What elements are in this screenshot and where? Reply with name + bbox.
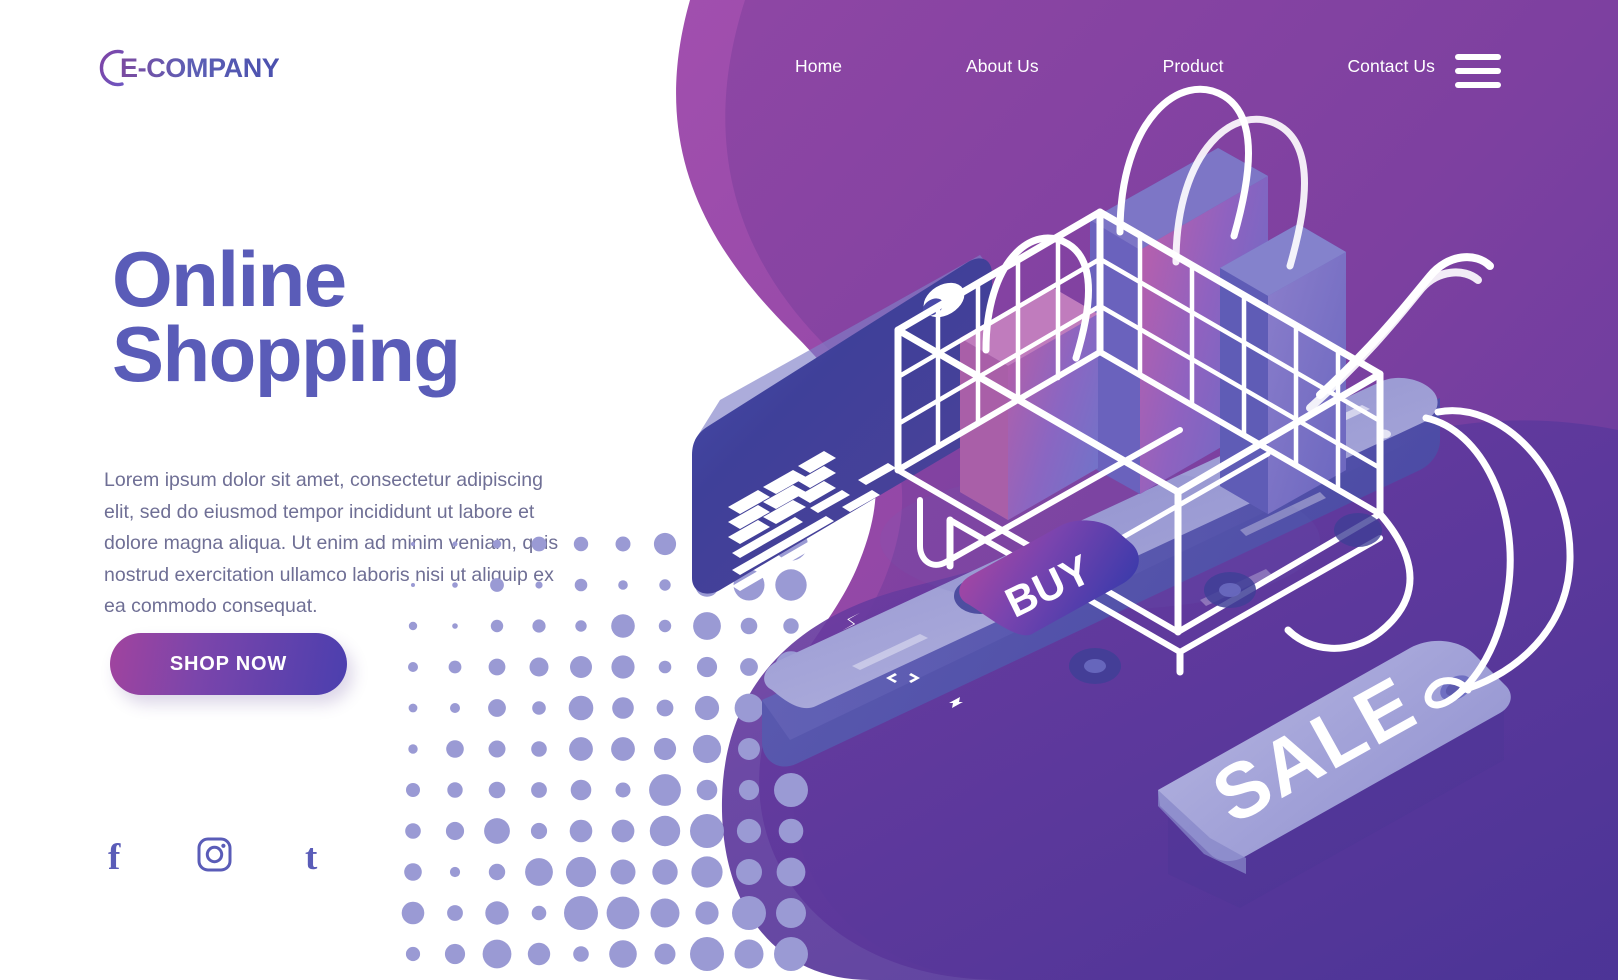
halftone-dot [525, 858, 553, 886]
tumblr-icon[interactable]: t [305, 836, 317, 880]
halftone-dot [488, 658, 506, 676]
halftone-dot [569, 737, 593, 761]
halftone-dot [532, 701, 546, 715]
halftone-dot [401, 901, 425, 925]
facebook-icon[interactable]: f [108, 836, 120, 880]
halftone-dot [447, 782, 463, 798]
halftone-dot [490, 619, 504, 633]
halftone-dot [406, 783, 420, 797]
halftone-dot [532, 619, 546, 633]
halftone-dot [569, 819, 593, 843]
brand-logo[interactable]: E-COMPANY [88, 44, 280, 92]
halftone-dot [490, 578, 504, 592]
halftone-dot [527, 942, 551, 966]
halftone-dot [488, 863, 506, 881]
halftone-dot [405, 946, 421, 962]
halftone-dot [573, 946, 589, 962]
halftone-dot [485, 901, 509, 925]
halftone-dot [448, 660, 462, 674]
halftone-dot [492, 539, 502, 549]
page-title: Online Shopping [112, 240, 672, 398]
halftone-dot [405, 823, 421, 839]
halftone-dot [564, 896, 598, 930]
halftone-dot [411, 583, 415, 587]
halftone-dot [535, 581, 543, 589]
halftone-dot [450, 703, 460, 713]
halftone-dot [573, 536, 589, 552]
halftone-dot [410, 541, 416, 547]
halftone-dot [452, 541, 458, 547]
halftone-dot [449, 866, 461, 878]
shop-now-button[interactable]: SHOP NOW [110, 633, 347, 695]
halftone-dot [408, 744, 418, 754]
halftone-dot [484, 818, 510, 844]
halftone-dot [488, 740, 506, 758]
halftone-dot [531, 782, 547, 798]
halftone-dot [404, 863, 422, 881]
halftone-dot [445, 821, 465, 841]
instagram-icon[interactable] [196, 836, 233, 878]
halftone-dot [531, 905, 547, 921]
halftone-dot [408, 662, 418, 672]
halftone-dot [482, 939, 512, 969]
halftone-dot [452, 582, 458, 588]
halftone-dot [452, 623, 458, 629]
halftone-dot [446, 740, 464, 758]
halftone-dot [531, 741, 547, 757]
halftone-dot [530, 822, 548, 840]
halftone-dot [488, 781, 506, 799]
halftone-dot [565, 856, 597, 888]
halftone-dot [568, 695, 594, 721]
halftone-dot [408, 621, 418, 631]
halftone-dot [444, 943, 466, 965]
halftone-dot [575, 620, 587, 632]
landing-page: E-COMPANY Home About Us Product Contact … [0, 0, 1618, 980]
brand-logo-text: E-COMPANY [120, 52, 280, 83]
headline-line-2: Shopping [112, 309, 461, 398]
halftone-dot [574, 578, 588, 592]
halftone-dot [408, 703, 418, 713]
social-links: f t [100, 836, 350, 882]
halftone-dot [447, 905, 463, 921]
halftone-dot [570, 779, 592, 801]
halftone-dot [488, 699, 506, 717]
halftone-dot [529, 657, 549, 677]
online-shopping-illustration: BUY SALE [692, 85, 1574, 908]
halftone-dot [531, 536, 547, 552]
halftone-dot [570, 656, 592, 678]
